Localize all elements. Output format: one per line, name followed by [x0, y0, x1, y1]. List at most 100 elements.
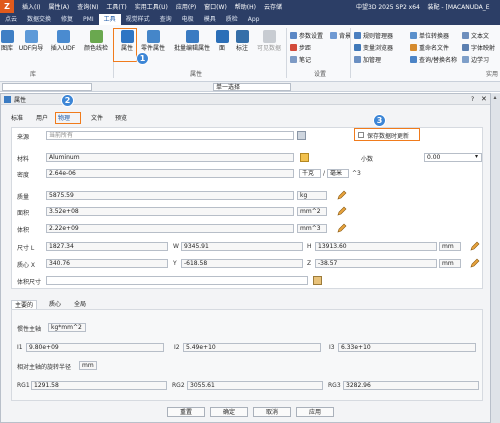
settings-icon: [290, 32, 297, 39]
edit-pencil-icon[interactable]: [470, 258, 480, 268]
tab-mold[interactable]: 模具: [199, 14, 221, 25]
centroid-x-field[interactable]: 340.76: [46, 259, 168, 268]
part-attribute-button[interactable]: 零件属性: [139, 30, 167, 52]
edit-pencil-icon[interactable]: [337, 206, 347, 216]
reset-button[interactable]: 重置: [167, 407, 205, 417]
calculator-icon[interactable]: [297, 131, 306, 140]
unit-converter-button[interactable]: 单位转换器: [410, 31, 449, 40]
edge-learning-button[interactable]: 边学习: [462, 55, 489, 64]
tab-electrode[interactable]: 电极: [177, 14, 199, 25]
bounding-box-icon[interactable]: [313, 276, 322, 285]
menu-window[interactable]: 窗口(W): [204, 2, 227, 11]
query-replace-name-button[interactable]: 查询/替换名称: [410, 55, 457, 64]
udf-wizard-button[interactable]: UDF向导: [16, 30, 46, 52]
volume-field[interactable]: 2.22e+09: [46, 224, 294, 233]
centroid-z-field[interactable]: -38.57: [315, 259, 437, 268]
i2-field[interactable]: 5.49e+10: [183, 343, 321, 352]
batch-edit-attribute-button[interactable]: 批量编辑属性: [171, 30, 213, 52]
decimal-select[interactable]: 0.00: [424, 153, 482, 162]
size-w-field[interactable]: 9345.91: [181, 242, 303, 251]
tab-query[interactable]: 查询: [155, 14, 177, 25]
filter-select[interactable]: [2, 83, 92, 91]
menu-utilities[interactable]: 实用工具(U): [135, 2, 168, 11]
face-button[interactable]: 面: [215, 30, 229, 52]
step-button[interactable]: 步距: [290, 43, 311, 52]
menu-apps[interactable]: 应用(P): [176, 2, 196, 11]
tab-user[interactable]: 用户: [36, 114, 48, 123]
tab-inspection[interactable]: 质检: [221, 14, 243, 25]
rg1-field[interactable]: 1291.58: [31, 381, 167, 390]
material-field[interactable]: Aluminum: [46, 153, 294, 162]
tab-standard[interactable]: 标准: [11, 114, 23, 123]
tab-visual-style[interactable]: 视觉样式: [121, 14, 155, 25]
subtab-global[interactable]: 全局: [71, 300, 89, 309]
selection-mode-select[interactable]: 单一选择: [213, 83, 291, 91]
attribute-dialog: 属性 ? ✕ 标准 用户 物理 文件 预览 2 来源 当前所有 保存数据时更新 …: [0, 93, 491, 423]
font-mapping-button[interactable]: 字体映射: [462, 43, 495, 52]
centroid-y-label: Y: [173, 260, 177, 267]
area-field[interactable]: 3.52e+08: [46, 207, 294, 216]
scroll-up-icon[interactable]: ▴: [491, 93, 499, 102]
library-button[interactable]: 图库: [0, 30, 14, 52]
bbox-size-field[interactable]: [46, 276, 308, 285]
apply-button[interactable]: 应用: [296, 407, 334, 417]
tab-tools[interactable]: 工具: [98, 14, 121, 25]
tab-file[interactable]: 文件: [91, 114, 103, 123]
parameter-settings-button[interactable]: 参数设置: [290, 31, 323, 40]
subtab-principal[interactable]: 主要的: [11, 300, 38, 309]
size-l-label: 尺寸 L: [17, 245, 35, 252]
tab-repair[interactable]: 修复: [56, 14, 78, 25]
rename-file-button[interactable]: 重命名文件: [410, 43, 449, 52]
background-button[interactable]: 背景: [330, 31, 351, 40]
menu-attribute[interactable]: 属性(A): [48, 2, 69, 11]
tab-pointcloud[interactable]: 点云: [0, 14, 22, 25]
menu-tools[interactable]: 工具(T): [106, 2, 126, 11]
text-file-button[interactable]: 文本文: [462, 31, 489, 40]
dialog-title: 属性: [14, 96, 27, 104]
i1-field[interactable]: 9.80e+09: [26, 343, 164, 352]
tab-app[interactable]: App: [243, 14, 265, 25]
rule-manager-button[interactable]: 规则管理器: [354, 31, 393, 40]
tab-data-exchange[interactable]: 数据交换: [22, 14, 56, 25]
density-length-unit-select[interactable]: 毫米: [327, 169, 349, 178]
menu-help[interactable]: 帮助(H): [235, 2, 256, 11]
tab-pmi[interactable]: PMI: [78, 14, 99, 25]
group-label-library: 库: [30, 71, 37, 78]
menu-insert[interactable]: 插入(I): [22, 2, 40, 11]
help-icon[interactable]: ?: [471, 96, 474, 103]
mass-field[interactable]: 5875.59: [46, 191, 294, 200]
right-side-panel: ▴: [491, 93, 500, 423]
insert-udf-button[interactable]: 插入UDF: [48, 30, 78, 52]
menu-query[interactable]: 查询(N): [77, 2, 98, 11]
step-badge-3: 3: [373, 114, 386, 127]
size-l-field[interactable]: 1827.34: [46, 242, 168, 251]
subtab-centroid[interactable]: 质心: [46, 300, 64, 309]
edit-pencil-icon[interactable]: [470, 241, 480, 251]
rg3-label: RG3: [328, 382, 341, 389]
size-unit: mm: [439, 242, 461, 251]
glue-check-button[interactable]: 颜色线检: [80, 30, 112, 52]
visible-data-button[interactable]: 可见数据: [254, 30, 284, 52]
cancel-button[interactable]: 取消: [253, 407, 291, 417]
i3-field[interactable]: 6.33e+10: [338, 343, 476, 352]
size-h-field[interactable]: 13913.60: [315, 242, 437, 251]
folder-icon[interactable]: [300, 153, 309, 162]
tab-preview[interactable]: 预览: [115, 114, 127, 123]
edit-pencil-icon[interactable]: [337, 223, 347, 233]
rg3-field[interactable]: 3282.96: [343, 381, 479, 390]
save-update-checkbox[interactable]: [358, 132, 364, 138]
density-field[interactable]: 2.64e-06: [46, 169, 294, 178]
centroid-y-field[interactable]: -618.58: [181, 259, 303, 268]
rg2-field[interactable]: 3055.61: [187, 381, 323, 390]
source-select[interactable]: 当前所有: [46, 131, 294, 140]
close-icon[interactable]: ✕: [481, 95, 487, 103]
menu-cloud[interactable]: 云存储: [264, 2, 282, 11]
ok-button[interactable]: 确定: [210, 407, 248, 417]
app-logo-icon[interactable]: Z: [0, 0, 14, 13]
add-manager-button[interactable]: 加管理: [354, 55, 381, 64]
edit-pencil-icon[interactable]: [337, 190, 347, 200]
variable-browser-button[interactable]: 变量浏览器: [354, 43, 393, 52]
annotation-button[interactable]: 标注: [233, 30, 251, 52]
notes-button[interactable]: 笔记: [290, 55, 311, 64]
density-mass-unit-select[interactable]: 千克: [299, 169, 321, 178]
